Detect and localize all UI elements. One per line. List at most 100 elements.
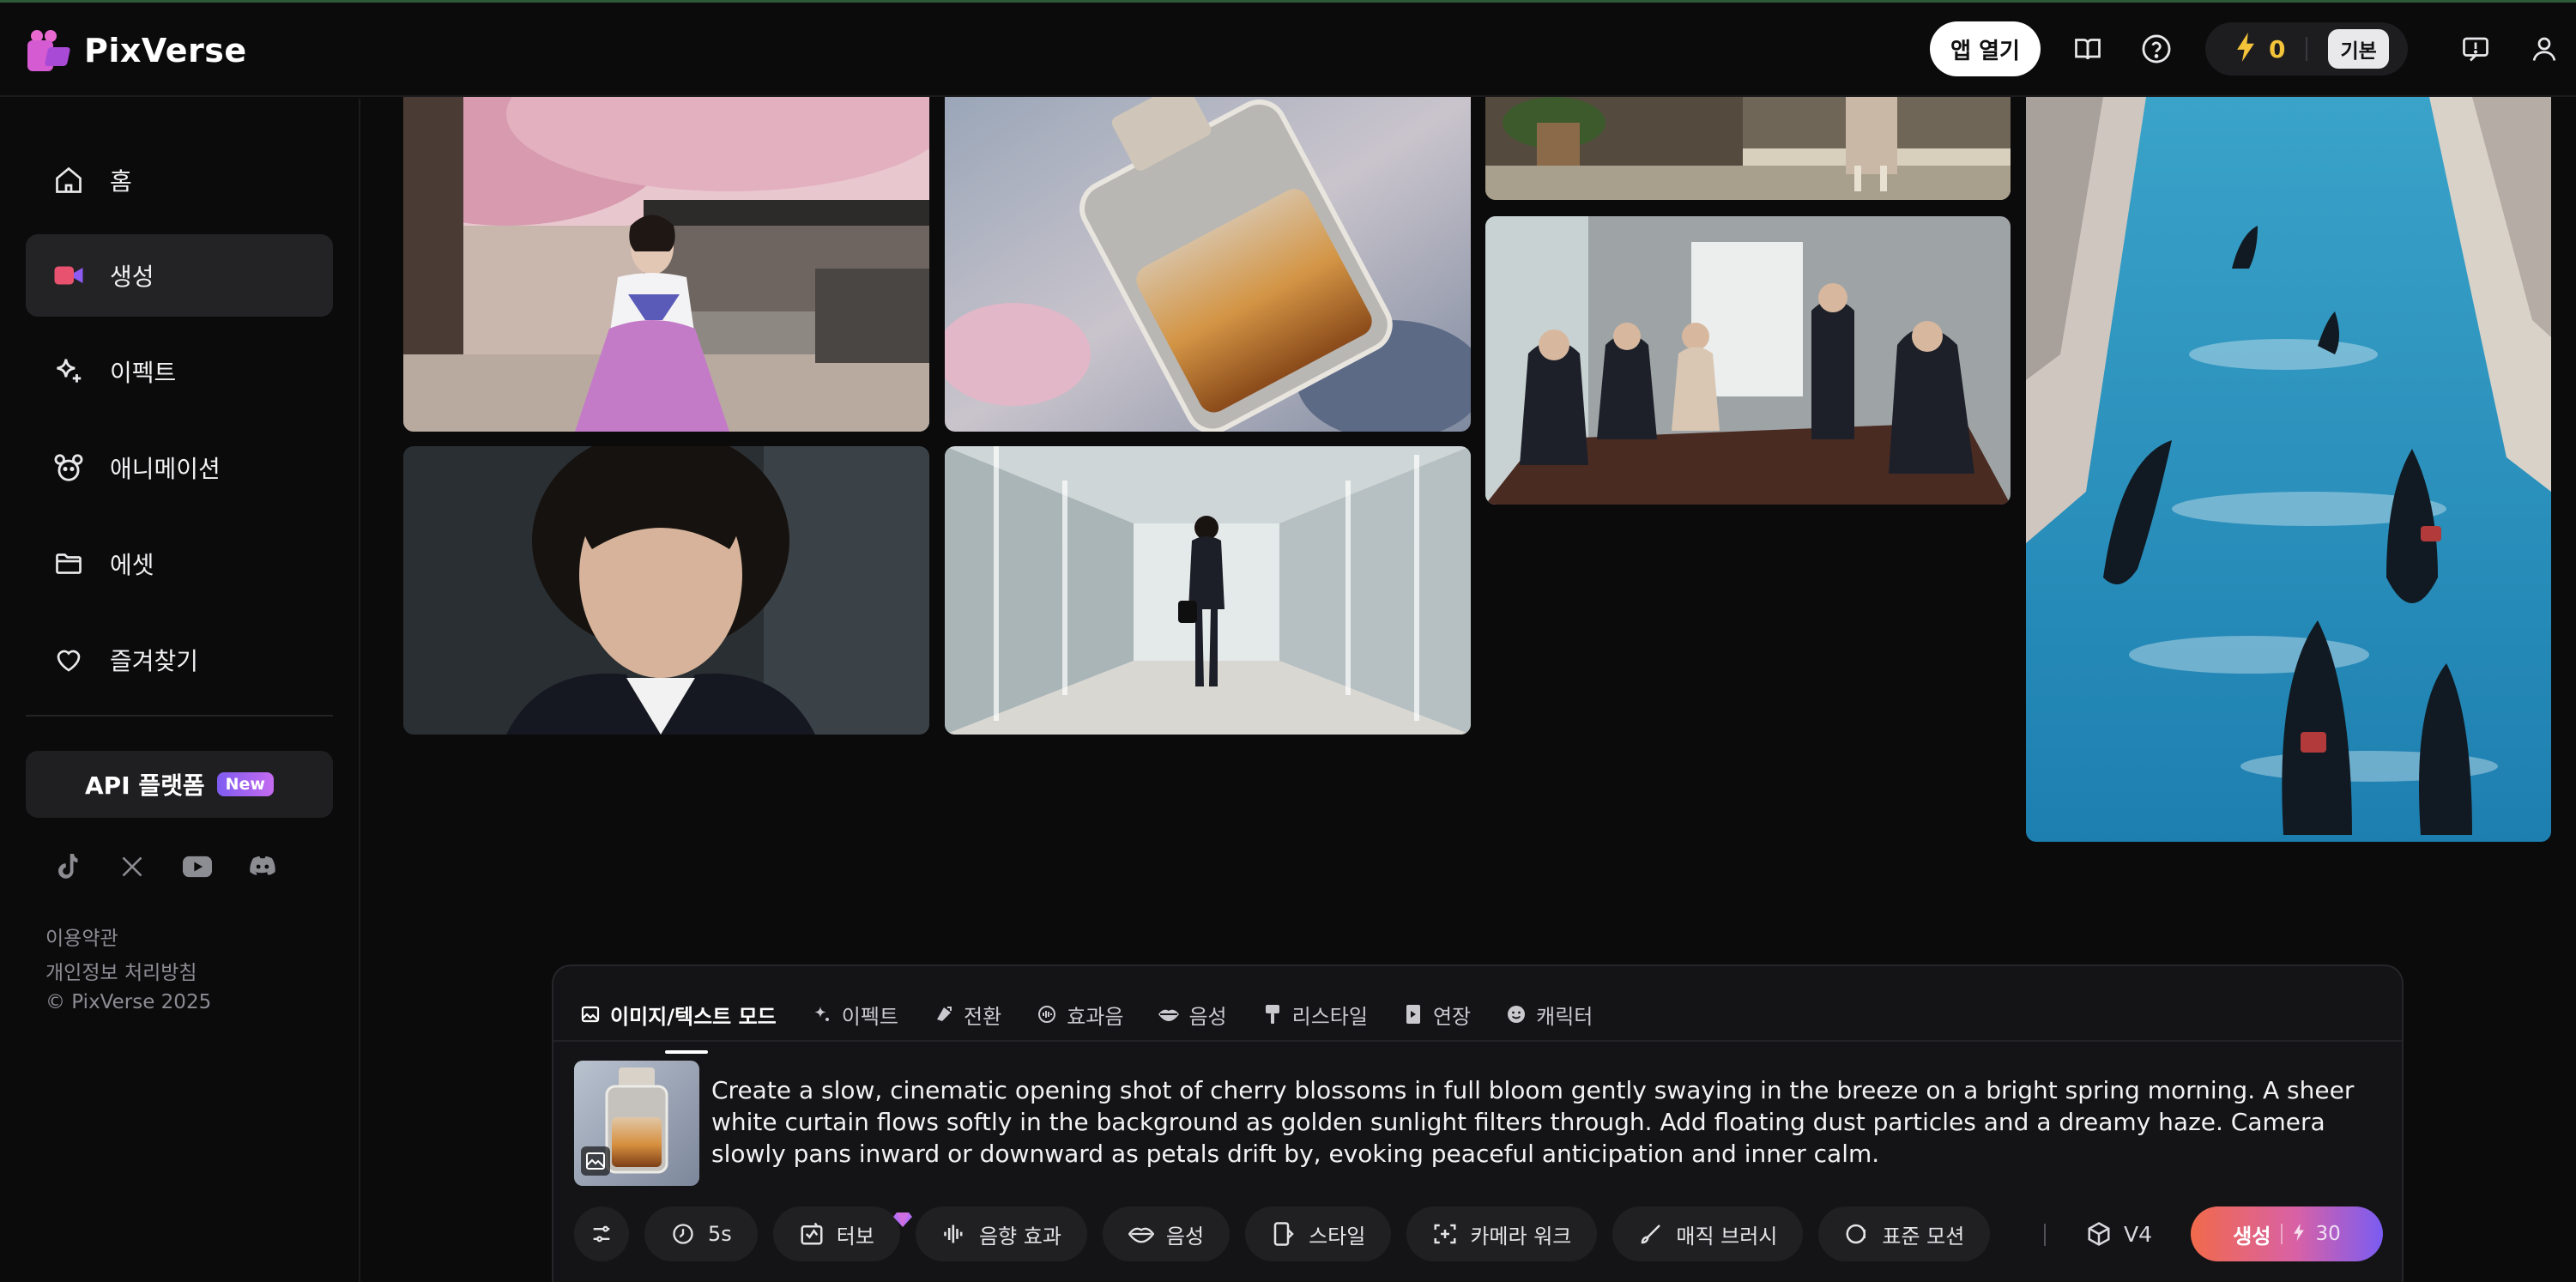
waveform-icon bbox=[941, 1221, 967, 1247]
style-icon bbox=[1271, 1221, 1297, 1247]
mode-tabs: 이미지/텍스트 모드 이펙트 전환 효과음 음성 리스타일 연장 캐릭터 bbox=[579, 989, 1627, 1054]
gallery-tile-venice[interactable] bbox=[2026, 97, 2551, 842]
style-label: 스타일 bbox=[1309, 1224, 1366, 1249]
sparkle-icon bbox=[51, 354, 86, 389]
credit-divider bbox=[2306, 37, 2308, 61]
sidebar-divider bbox=[26, 715, 333, 717]
prompt-composer: 이미지/텍스트 모드 이펙트 전환 효과음 음성 리스타일 연장 캐릭터 Cre… bbox=[552, 965, 2404, 1282]
voice-button[interactable]: 음성 bbox=[1102, 1206, 1231, 1261]
tab-label: 이펙트 bbox=[841, 1004, 899, 1029]
sidebar-item-assets[interactable]: 에셋 bbox=[26, 523, 333, 605]
tab-voice[interactable]: 음성 bbox=[1158, 989, 1227, 1040]
generation-toolbar: 5s 터보 음향 효과 음성 스타일 카메라 워크 매직 브러시 표준 모션 bbox=[574, 1206, 2005, 1261]
gallery-tile-street[interactable] bbox=[1485, 97, 2011, 200]
cube-icon bbox=[2086, 1221, 2112, 1247]
social-links bbox=[50, 850, 280, 884]
extend-icon bbox=[1402, 1003, 1424, 1025]
tab-label: 이미지/텍스트 모드 bbox=[610, 1004, 777, 1029]
brush-icon bbox=[1261, 1003, 1284, 1025]
api-platform-label: API 플랫폼 bbox=[85, 771, 205, 800]
tab-label: 전환 bbox=[964, 1004, 1002, 1029]
tab-extend[interactable]: 연장 bbox=[1402, 989, 1471, 1040]
sliders-icon bbox=[589, 1221, 614, 1247]
terms-link[interactable]: 이용약관 bbox=[45, 922, 118, 951]
style-button[interactable]: 스타일 bbox=[1245, 1206, 1392, 1261]
gallery-tile-corridor[interactable] bbox=[945, 446, 1471, 735]
tab-label: 음성 bbox=[1188, 1004, 1227, 1029]
copyright-text: © PixVerse 2025 bbox=[45, 991, 212, 1013]
prompt-textarea[interactable]: Create a slow, cinematic opening shot of… bbox=[711, 1074, 2376, 1170]
gallery-tile-meeting[interactable] bbox=[1485, 216, 2011, 505]
standard-motion-label: 표준 모션 bbox=[1882, 1224, 1965, 1249]
toolbar-divider bbox=[2044, 1224, 2046, 1246]
duration-label: 5s bbox=[708, 1222, 732, 1246]
youtube-icon[interactable] bbox=[180, 850, 215, 884]
reference-image-thumbnail[interactable] bbox=[574, 1061, 699, 1186]
plan-badge: 기본 bbox=[2328, 29, 2389, 69]
sparkle-icon bbox=[811, 1003, 833, 1025]
smile-icon bbox=[1505, 1003, 1527, 1025]
generate-label: 생성 bbox=[2233, 1224, 2271, 1249]
sidebar-item-label: 즐겨찾기 bbox=[110, 647, 199, 675]
sidebar-item-effects[interactable]: 이펙트 bbox=[26, 330, 333, 413]
sidebar-item-favorites[interactable]: 즐겨찾기 bbox=[26, 619, 333, 701]
sidebar-item-animation[interactable]: 애니메이션 bbox=[26, 426, 333, 509]
character-icon bbox=[51, 451, 86, 485]
generate-button[interactable]: 생성 30 bbox=[2191, 1206, 2383, 1261]
gallery-tile-hanbok-woman[interactable] bbox=[403, 97, 929, 432]
sidebar-item-label: 이펙트 bbox=[110, 359, 177, 387]
magic-brush-button[interactable]: 매직 브러시 bbox=[1612, 1206, 1804, 1261]
heart-icon bbox=[51, 643, 86, 677]
standard-motion-button[interactable]: 표준 모션 bbox=[1818, 1206, 1991, 1261]
model-selector[interactable]: V4 bbox=[2086, 1206, 2152, 1261]
tab-label: 리스타일 bbox=[1291, 1004, 1368, 1029]
magic-brush-label: 매직 브러시 bbox=[1676, 1224, 1778, 1249]
sidebar-item-label: 홈 bbox=[110, 167, 132, 196]
clock-icon bbox=[670, 1221, 696, 1247]
credit-balance[interactable]: 0 기본 bbox=[2205, 22, 2408, 76]
sound-effect-button[interactable]: 음향 효과 bbox=[915, 1206, 1087, 1261]
generate-cost: 30 bbox=[2315, 1223, 2341, 1245]
x-icon[interactable] bbox=[115, 850, 149, 884]
tab-sound-effect[interactable]: 효과음 bbox=[1036, 989, 1123, 1040]
tiktok-icon[interactable] bbox=[50, 850, 84, 884]
sound-effect-label: 음향 효과 bbox=[978, 1224, 1061, 1249]
tab-character[interactable]: 캐릭터 bbox=[1505, 989, 1593, 1040]
gallery-tile-perfume[interactable] bbox=[945, 97, 1471, 432]
help-icon[interactable] bbox=[2137, 29, 2176, 69]
sidebar-item-label: 애니메이션 bbox=[110, 455, 221, 483]
turbo-icon bbox=[799, 1221, 825, 1247]
user-icon[interactable] bbox=[2525, 29, 2564, 69]
book-icon[interactable] bbox=[2068, 29, 2107, 69]
gallery-tile-portrait[interactable] bbox=[403, 446, 929, 735]
app-logo[interactable]: PixVerse bbox=[26, 28, 247, 73]
lips-icon bbox=[1128, 1221, 1154, 1247]
sidebar-item-label: 에셋 bbox=[110, 551, 154, 579]
open-app-button[interactable]: 앱 열기 bbox=[1930, 21, 2041, 76]
magic-brush-icon bbox=[1638, 1221, 1664, 1247]
settings-button[interactable] bbox=[574, 1206, 629, 1261]
discord-icon[interactable] bbox=[245, 850, 280, 884]
feedback-icon[interactable] bbox=[2456, 29, 2495, 69]
tab-restyle[interactable]: 리스타일 bbox=[1261, 989, 1368, 1040]
video-camera-icon bbox=[51, 258, 86, 293]
api-platform-button[interactable]: API 플랫폼 New bbox=[26, 751, 333, 818]
tab-image-text-mode[interactable]: 이미지/텍스트 모드 bbox=[579, 989, 777, 1054]
sound-icon bbox=[1036, 1003, 1058, 1025]
camera-move-icon bbox=[1432, 1221, 1458, 1247]
sidebar-item-create[interactable]: 생성 bbox=[26, 234, 333, 317]
privacy-link[interactable]: 개인정보 처리방침 bbox=[45, 956, 197, 985]
tab-effects[interactable]: 이펙트 bbox=[811, 989, 898, 1040]
camera-work-button[interactable]: 카메라 워크 bbox=[1406, 1206, 1598, 1261]
tab-transition[interactable]: 전환 bbox=[933, 989, 1001, 1040]
sidebar-item-label: 생성 bbox=[110, 263, 154, 291]
lightning-icon bbox=[2293, 1224, 2305, 1244]
duration-button[interactable]: 5s bbox=[644, 1206, 758, 1261]
top-bar: PixVerse bbox=[0, 3, 2576, 97]
pixverse-logo-icon bbox=[26, 28, 71, 73]
turbo-button[interactable]: 터보 bbox=[772, 1206, 912, 1261]
sidebar-item-home[interactable]: 홈 bbox=[26, 139, 333, 221]
home-icon bbox=[51, 163, 86, 197]
app-name: PixVerse bbox=[84, 32, 247, 70]
folder-icon bbox=[51, 547, 86, 581]
